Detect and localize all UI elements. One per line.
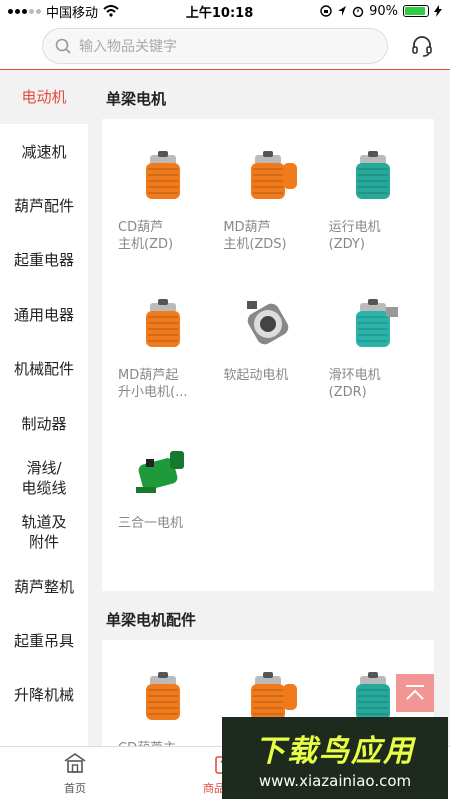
product-item[interactable]: 滑环电机 (ZDR) [321, 281, 426, 429]
sidebar-item[interactable]: 通用电器 [0, 288, 88, 342]
signal-icon [8, 8, 41, 14]
charging-icon [434, 5, 442, 17]
watermark-url: www.xiazainiao.com [258, 772, 412, 790]
product-item[interactable]: 运行电机 (ZDY) [321, 133, 426, 281]
sidebar-item[interactable]: 起重吊具 [0, 614, 88, 668]
product-item[interactable]: MD葫芦起 升小电机(... [110, 281, 215, 429]
orientation-lock-icon [320, 5, 332, 17]
sidebar-item[interactable]: 制动器 [0, 396, 88, 450]
product-item[interactable]: CD葫芦 主机(ZD) [110, 133, 215, 281]
wifi-icon [103, 5, 119, 17]
arrow-up-icon [406, 685, 424, 700]
product-image [329, 133, 418, 219]
battery-percent: 90% [369, 3, 398, 19]
tab-item[interactable]: 首页 [0, 747, 150, 800]
product-image [118, 281, 207, 367]
sidebar-item[interactable]: 葫芦配件 [0, 179, 88, 233]
product-name: MD葫芦起 升小电机(... [118, 368, 188, 400]
search-icon [55, 38, 71, 54]
product-image [223, 133, 312, 219]
product-name: MD葫芦 主机(ZDS) [223, 220, 287, 252]
product-name: CD葫芦 主机(ZD) [118, 220, 174, 252]
product-name: 滑环电机 (ZDR) [328, 368, 381, 400]
product-name: 三合一电机 [118, 516, 184, 531]
sidebar-item[interactable]: 滑线/ 电缆线 [0, 451, 88, 505]
product-grid: CD葫芦 主机(ZD) MD葫芦 主机(ZDS) 运行电机 (ZDY) MD葫芦起 升… [102, 119, 434, 591]
customer-service-button[interactable] [404, 28, 440, 64]
section-title: 单梁电机配件 [106, 611, 197, 629]
sidebar-item[interactable]: 轨道及 附件 [0, 505, 88, 559]
watermark-title: 下载鸟应用 [255, 734, 415, 769]
product-content: 单梁电机 CD葫芦 主机(ZD) MD葫芦 主机(ZDS) 运行电机 (ZDY) MD葫… [88, 70, 450, 746]
category-main: 电动机减速机葫芦配件起重电器通用电器机械配件制动器滑线/ 电缆线 轨道及 附件葫芦… [0, 70, 450, 746]
product-item[interactable]: CD葫芦主 机配件(ZD) [110, 654, 215, 746]
sidebar-item-label: 滑线/ 电缆线 [21, 458, 67, 497]
sidebar-item[interactable]: 机械配件 [0, 342, 88, 396]
sidebar-item[interactable]: 减速机 [0, 124, 88, 178]
orange-small-motor-icon [145, 299, 180, 347]
sidebar-item-label: 葫芦配件 [13, 196, 74, 215]
product-image [118, 429, 207, 515]
orange-motor-icon [145, 672, 180, 720]
orange-motor-icon [145, 151, 180, 199]
product-name: 软起动电机 [223, 368, 289, 383]
sidebar-item-label: 起重吊具 [13, 632, 74, 651]
gray-motor-icon [246, 301, 289, 345]
sidebar-item-label: 通用电器 [13, 305, 74, 324]
product-image [118, 133, 207, 219]
sidebar-item-label: 电动机 [21, 88, 67, 107]
product-item[interactable]: 三合一电机 [110, 429, 215, 577]
status-bar: 中国移动 上午10:18 90% [0, 0, 450, 22]
sidebar-item-label: 轨道及 附件 [21, 513, 67, 552]
sidebar-item-label: 减速机 [21, 142, 67, 161]
product-item[interactable]: MD葫芦 主机(ZDS) [215, 133, 320, 281]
product-name: 运行电机 (ZDY) [328, 220, 381, 252]
sidebar-item[interactable]: 起重电器 [0, 233, 88, 287]
tab-label: 首页 [64, 781, 86, 795]
green-gear-motor-icon [135, 451, 184, 493]
product-item[interactable]: 软起动电机 [215, 281, 320, 429]
category-sidebar: 电动机减速机葫芦配件起重电器通用电器机械配件制动器滑线/ 电缆线 轨道及 附件葫芦… [0, 70, 88, 746]
back-to-top-button[interactable] [396, 674, 434, 712]
location-icon [338, 6, 347, 16]
sidebar-item[interactable]: 葫芦整机 [0, 560, 88, 614]
search-header: 输入物品关键字 [0, 22, 450, 70]
product-image [329, 281, 418, 367]
section-title: 单梁电机 [106, 90, 167, 108]
teal-slipring-motor-icon [356, 299, 399, 347]
orange-double-motor-icon [250, 151, 297, 199]
search-input[interactable]: 输入物品关键字 [42, 27, 388, 64]
search-placeholder: 输入物品关键字 [79, 38, 177, 55]
sidebar-item-label: 葫芦整机 [13, 577, 74, 596]
watermark-overlay: 下载鸟应用 www.xiazainiao.com [222, 717, 448, 799]
status-time: 上午10:18 [185, 5, 254, 21]
headset-icon [412, 35, 432, 57]
carrier-name: 中国移动 [46, 5, 99, 21]
product-image [118, 654, 207, 740]
sidebar-item-label: 机械配件 [13, 360, 74, 379]
sidebar-item-label: 升降机械 [13, 686, 74, 705]
sidebar-item[interactable]: 升降机械 [0, 668, 88, 722]
battery-icon [403, 5, 429, 17]
alarm-icon [352, 6, 364, 17]
teal-motor-icon [356, 151, 391, 199]
sidebar-item-label: 制动器 [21, 414, 67, 433]
home-icon [63, 752, 87, 777]
sidebar-item-label: 起重电器 [13, 251, 74, 270]
sidebar-item[interactable]: 电动机 [0, 70, 88, 125]
product-image [223, 281, 312, 367]
